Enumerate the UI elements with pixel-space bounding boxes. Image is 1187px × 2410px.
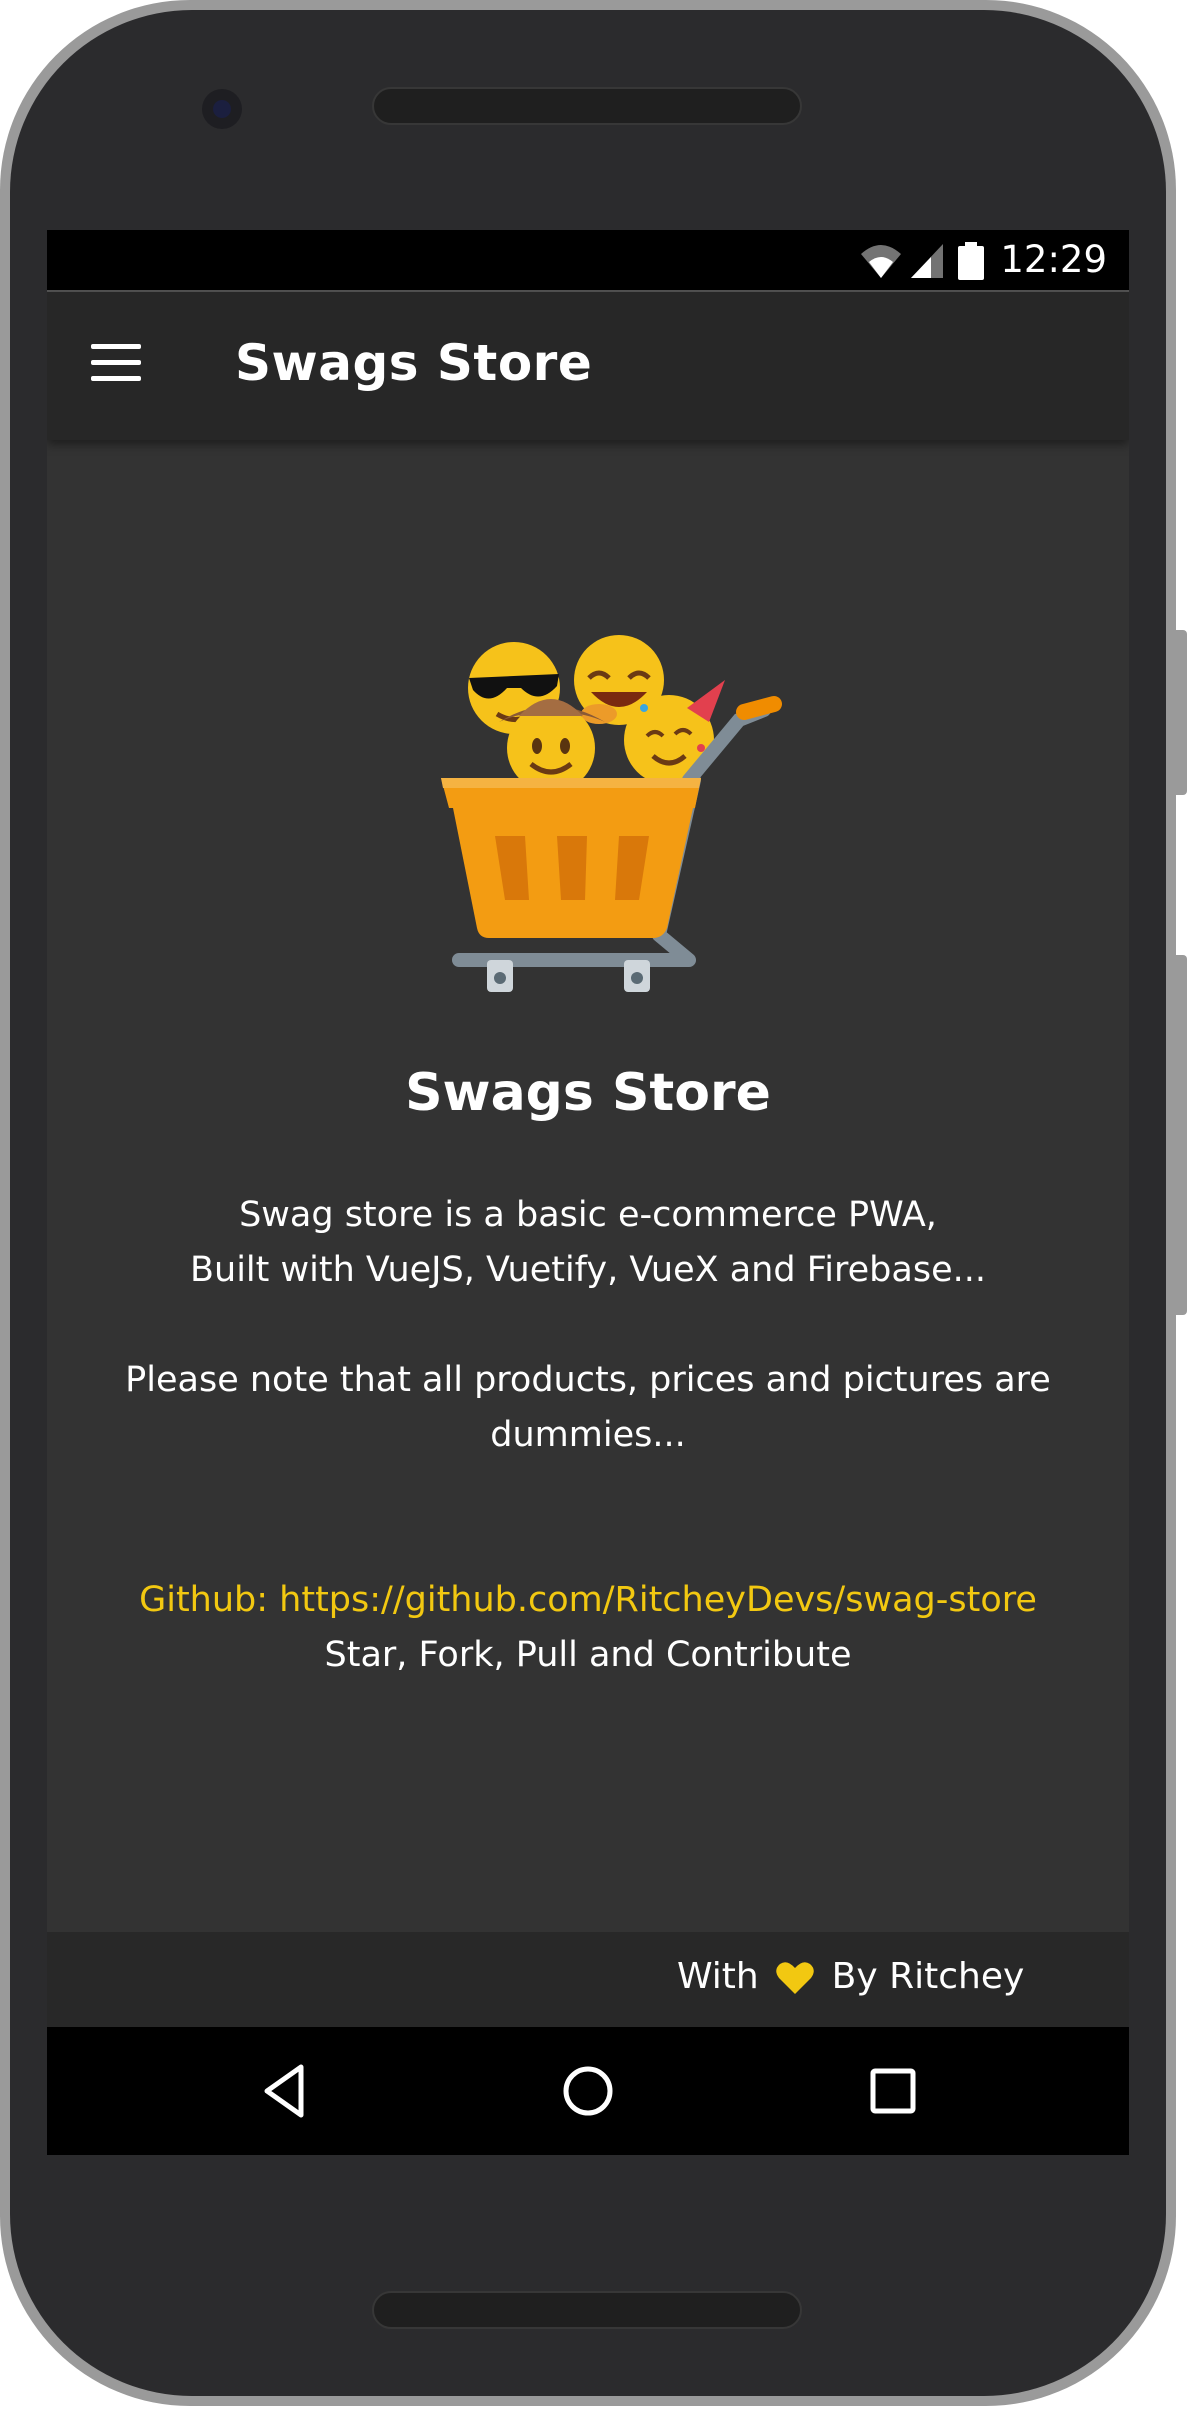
store-title: Swags Store xyxy=(405,1063,771,1123)
bottom-speaker xyxy=(372,2291,802,2329)
note-line-1: Please note that all products, prices an… xyxy=(125,1360,1051,1400)
phone-screen: 12:29 Swags Store Swags Store Swag store… xyxy=(47,230,1129,2155)
android-nav-bar xyxy=(47,2027,1129,2155)
note-line-2: dummies... xyxy=(490,1415,686,1455)
wifi-icon xyxy=(861,245,901,278)
side-button-volume xyxy=(1176,955,1187,1315)
footer-prefix: With xyxy=(677,1956,759,1997)
footer: With By Ritchey xyxy=(47,1932,1129,2027)
shopping-cart-emoji-logo xyxy=(441,635,782,992)
footer-credit: With By Ritchey xyxy=(677,1956,1024,1997)
status-bar: 12:29 xyxy=(47,230,1129,292)
side-button-top xyxy=(1176,630,1187,795)
recents-icon[interactable] xyxy=(861,2059,925,2123)
heart-icon xyxy=(776,1962,814,1994)
status-time: 12:29 xyxy=(1000,238,1107,281)
app-title: Swags Store xyxy=(235,334,593,392)
github-link[interactable]: Github: https://github.com/RitcheyDevs/s… xyxy=(47,1580,1129,1620)
back-icon[interactable] xyxy=(253,2059,317,2123)
footer-suffix: By Ritchey xyxy=(831,1956,1025,1997)
home-icon[interactable] xyxy=(556,2059,620,2123)
description-line-1: Swag store is a basic e-commerce PWA, xyxy=(239,1195,937,1235)
menu-button[interactable] xyxy=(91,344,141,384)
contribute-text: Star, Fork, Pull and Contribute xyxy=(324,1635,852,1675)
signal-icon xyxy=(911,244,943,278)
front-camera xyxy=(202,89,242,129)
top-speaker xyxy=(372,87,802,125)
app-bar: Swags Store xyxy=(47,292,1129,440)
description-line-2: Built with VueJS, Vuetify, VueX and Fire… xyxy=(190,1250,986,1290)
battery-icon xyxy=(958,242,984,280)
